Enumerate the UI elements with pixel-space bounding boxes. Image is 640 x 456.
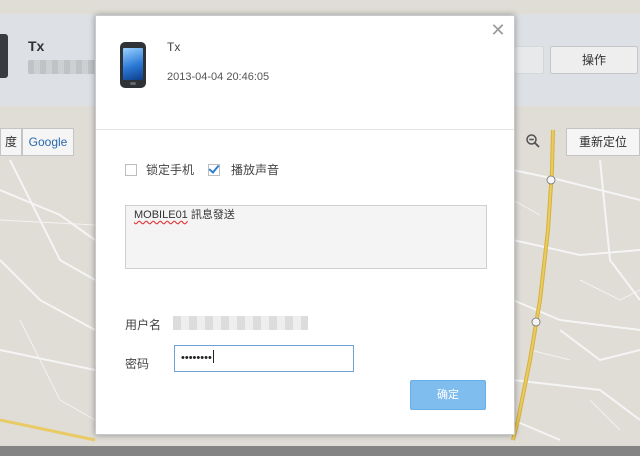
device-timestamp: 2013-04-04 20:46:05 (167, 71, 270, 83)
play-sound-label[interactable]: 播放声音 (231, 161, 279, 178)
text-caret (212, 350, 214, 363)
redacted-username (173, 316, 308, 330)
phone-screen (123, 48, 143, 80)
checkmark-icon (208, 162, 220, 174)
confirm-button[interactable]: 确定 (410, 380, 486, 410)
lock-phone-label[interactable]: 锁定手机 (146, 161, 194, 178)
message-rest: 訊息發送 (187, 209, 235, 221)
device-name: Tx (167, 40, 181, 54)
close-icon[interactable]: ✕ (490, 21, 506, 39)
username-label: 用户名 (125, 318, 162, 332)
password-value: •••••••• (181, 352, 212, 364)
play-sound-checkbox[interactable] (208, 162, 220, 176)
phone-home-button (130, 82, 136, 85)
phone-icon (120, 42, 146, 88)
divider (96, 129, 514, 130)
message-textarea[interactable]: MOBILE01 訊息發送 (125, 205, 487, 269)
message-first-word: MOBILE01 (134, 209, 188, 221)
password-field[interactable]: •••••••• (174, 345, 354, 372)
lost-device-dialog: ✕ Tx 2013-04-04 20:46:05 锁定手机 播放声音 MOBIL… (95, 15, 515, 435)
password-label: 密码 (125, 357, 150, 371)
lock-phone-checkbox[interactable] (125, 164, 137, 176)
